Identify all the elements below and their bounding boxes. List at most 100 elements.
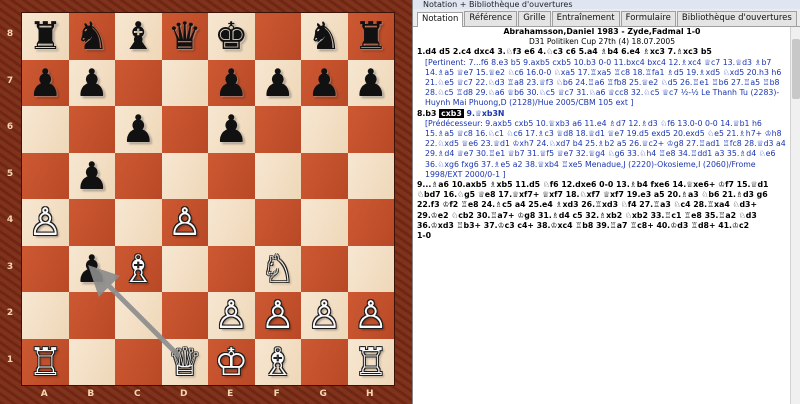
square-c7[interactable]: [115, 59, 162, 106]
square-h7[interactable]: ♟: [347, 59, 394, 106]
piece-a8[interactable]: ♜: [28, 17, 62, 55]
piece-a4[interactable]: ♙: [28, 203, 62, 241]
square-e3[interactable]: [208, 245, 255, 292]
square-b1[interactable]: [68, 338, 115, 385]
square-g3[interactable]: [301, 245, 348, 292]
pertinent-annotation[interactable]: [Pertinent: 7...f6 8.e3 b5 9.axb5 cxb5 1…: [417, 58, 787, 109]
chessboard[interactable]: ♜ ♞ ♝ ♛ ♚ ♞ ♜ ♟ ♟ ♟ ♟ ♟ ♟ ♟ ♟ ♟ ♙ ♙ ♟ ♗ ♘ ♙ ♙ ♙ ♙ ♖ ♕ ♔ ♗ ♖: [21, 12, 395, 386]
tab-grid[interactable]: Grille: [518, 11, 551, 26]
piece-c6[interactable]: ♟: [121, 110, 155, 148]
square-g8[interactable]: ♞: [301, 13, 348, 60]
tab-notation[interactable]: Notation: [417, 12, 464, 27]
square-c4[interactable]: [115, 199, 162, 246]
move-text[interactable]: 8.b3: [417, 109, 436, 118]
piece-b8[interactable]: ♞: [75, 17, 109, 55]
square-g5[interactable]: [301, 152, 348, 199]
square-e5[interactable]: [208, 152, 255, 199]
square-b6[interactable]: [68, 106, 115, 153]
notation-text[interactable]: Abrahamsson,Daniel 1983 - Zyde,Fadmal 1-…: [413, 27, 791, 404]
square-c1[interactable]: [115, 338, 162, 385]
current-move-line[interactable]: 8.b3 cxb3 9.♕xb3N: [417, 108, 787, 119]
piece-h7[interactable]: ♟: [354, 64, 388, 102]
square-c2[interactable]: [115, 292, 162, 339]
square-e4[interactable]: [208, 199, 255, 246]
square-d7[interactable]: [161, 59, 208, 106]
piece-h1[interactable]: ♖: [354, 343, 388, 381]
piece-a7[interactable]: ♟: [28, 64, 62, 102]
square-f4[interactable]: [254, 199, 301, 246]
tab-reference[interactable]: Référence: [464, 11, 518, 26]
square-c5[interactable]: [115, 152, 162, 199]
square-a2[interactable]: [22, 292, 69, 339]
square-f1[interactable]: ♗: [254, 338, 301, 385]
square-h8[interactable]: ♜: [347, 13, 394, 60]
square-d5[interactable]: [161, 152, 208, 199]
tab-opening-library[interactable]: Bibliothèque d'ouvertures: [676, 11, 797, 26]
piece-e7[interactable]: ♟: [214, 64, 248, 102]
square-b2[interactable]: [68, 292, 115, 339]
square-a1[interactable]: ♖: [22, 338, 69, 385]
square-g4[interactable]: [301, 199, 348, 246]
piece-h8[interactable]: ♜: [354, 17, 388, 55]
square-e1[interactable]: ♔: [208, 338, 255, 385]
square-f5[interactable]: [254, 152, 301, 199]
piece-c8[interactable]: ♝: [121, 17, 155, 55]
piece-h2[interactable]: ♙: [354, 296, 388, 334]
piece-e2[interactable]: ♙: [214, 296, 248, 334]
piece-d1[interactable]: ♕: [168, 343, 202, 381]
square-c6[interactable]: ♟: [115, 106, 162, 153]
square-g2[interactable]: ♙: [301, 292, 348, 339]
square-h5[interactable]: [347, 152, 394, 199]
square-d3[interactable]: [161, 245, 208, 292]
notation-scrollbar[interactable]: [790, 27, 800, 404]
piece-g8[interactable]: ♞: [307, 17, 341, 55]
tab-form[interactable]: Formulaire: [620, 11, 676, 26]
piece-e6[interactable]: ♟: [214, 110, 248, 148]
piece-c3[interactable]: ♗: [121, 250, 155, 288]
piece-b7[interactable]: ♟: [75, 64, 109, 102]
square-a3[interactable]: [22, 245, 69, 292]
square-b7[interactable]: ♟: [68, 59, 115, 106]
square-g1[interactable]: [301, 338, 348, 385]
piece-f3[interactable]: ♘: [261, 250, 295, 288]
tab-training[interactable]: Entraînement: [551, 11, 620, 26]
square-h2[interactable]: ♙: [347, 292, 394, 339]
main-line-moves[interactable]: 1.d4 d5 2.c4 dxc4 3.♘f3 e6 4.♘c3 c6 5.a4…: [417, 47, 787, 57]
square-f8[interactable]: [254, 13, 301, 60]
square-b8[interactable]: ♞: [68, 13, 115, 60]
square-g6[interactable]: [301, 106, 348, 153]
scrollbar-thumb[interactable]: [792, 39, 800, 99]
square-g7[interactable]: ♟: [301, 59, 348, 106]
square-e2[interactable]: ♙: [208, 292, 255, 339]
piece-b3[interactable]: ♟: [75, 250, 109, 288]
square-d1[interactable]: ♕: [161, 338, 208, 385]
predecessor-annotation[interactable]: [Prédécesseur: 9.axb5 cxb5 10.♕xb3 a6 11…: [417, 119, 787, 180]
current-move[interactable]: cxb3: [439, 108, 464, 118]
square-f3[interactable]: ♘: [254, 245, 301, 292]
square-d6[interactable]: [161, 106, 208, 153]
square-f6[interactable]: [254, 106, 301, 153]
square-b5[interactable]: ♟: [68, 152, 115, 199]
square-a8[interactable]: ♜: [22, 13, 69, 60]
square-h4[interactable]: [347, 199, 394, 246]
piece-d8[interactable]: ♛: [168, 17, 202, 55]
square-h3[interactable]: [347, 245, 394, 292]
square-a5[interactable]: [22, 152, 69, 199]
square-e6[interactable]: ♟: [208, 106, 255, 153]
square-h1[interactable]: ♖: [347, 338, 394, 385]
piece-e1[interactable]: ♔: [214, 343, 248, 381]
square-a7[interactable]: ♟: [22, 59, 69, 106]
square-c8[interactable]: ♝: [115, 13, 162, 60]
piece-a1[interactable]: ♖: [28, 343, 62, 381]
piece-b5[interactable]: ♟: [75, 157, 109, 195]
square-d2[interactable]: [161, 292, 208, 339]
square-d8[interactable]: ♛: [161, 13, 208, 60]
piece-f1[interactable]: ♗: [261, 343, 295, 381]
square-e8[interactable]: ♚: [208, 13, 255, 60]
square-f2[interactable]: ♙: [254, 292, 301, 339]
novelty-move[interactable]: 9.♕xb3N: [467, 109, 505, 118]
square-f7[interactable]: ♟: [254, 59, 301, 106]
square-e7[interactable]: ♟: [208, 59, 255, 106]
piece-f7[interactable]: ♟: [261, 64, 295, 102]
piece-g2[interactable]: ♙: [307, 296, 341, 334]
